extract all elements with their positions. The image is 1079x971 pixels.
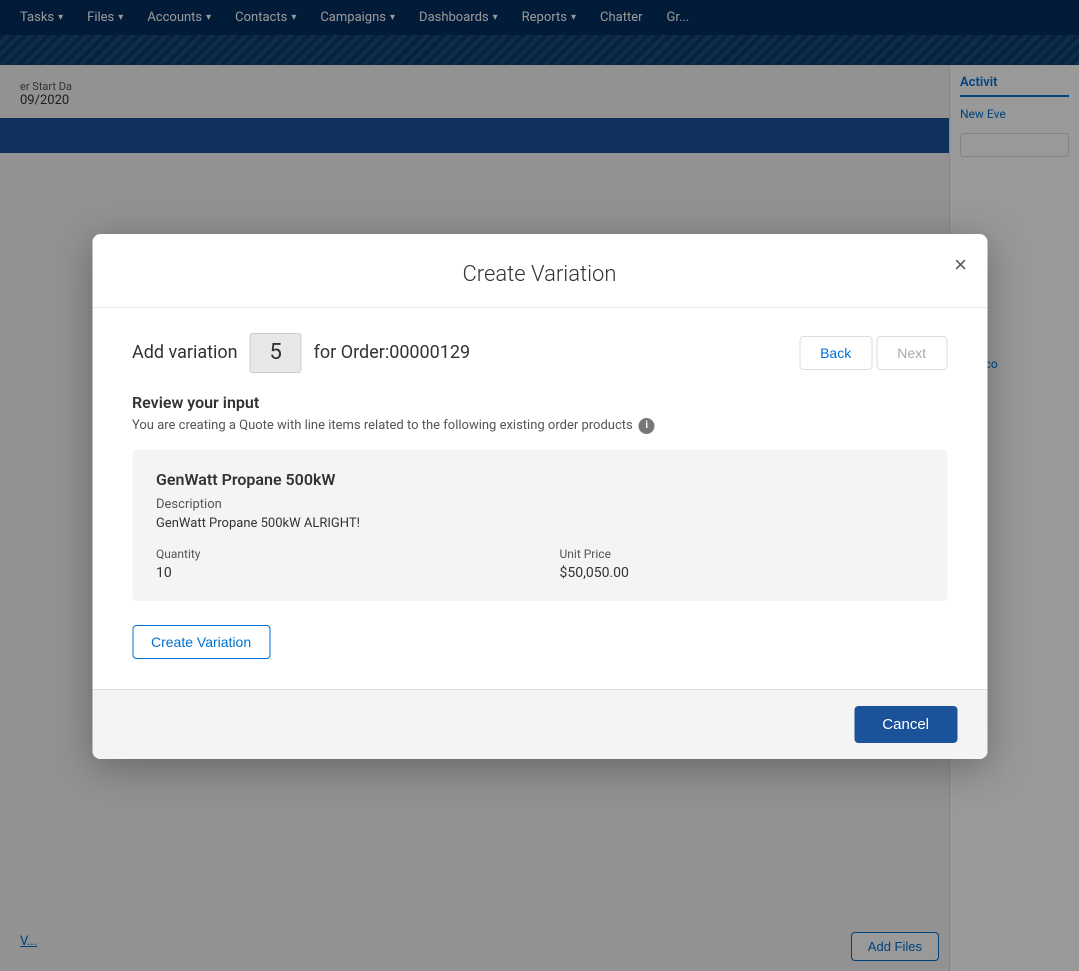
quantity-label: Quantity	[156, 547, 520, 561]
variation-line: Add variation 5 for Order:00000129 Back …	[132, 333, 947, 373]
variation-order: for Order:00000129	[314, 342, 787, 363]
back-button[interactable]: Back	[799, 336, 872, 370]
product-fields: Quantity 10 Unit Price $50,050.00	[156, 547, 923, 581]
modal-body: Add variation 5 for Order:00000129 Back …	[92, 308, 987, 689]
review-title: Review your input	[132, 393, 947, 412]
unit-price-value: $50,050.00	[560, 565, 924, 581]
create-variation-button[interactable]: Create Variation	[132, 625, 270, 659]
product-description-label: Description	[156, 497, 923, 512]
info-icon: i	[639, 418, 655, 434]
quantity-value: 10	[156, 565, 520, 581]
modal-title: Create Variation	[122, 262, 957, 287]
next-button[interactable]: Next	[876, 336, 947, 370]
review-subtitle-text: You are creating a Quote with line items…	[132, 418, 633, 433]
modal-close-button[interactable]: ×	[954, 254, 967, 276]
unit-price-field: Unit Price $50,050.00	[560, 547, 924, 581]
nav-buttons: Back Next	[799, 336, 947, 370]
product-card: GenWatt Propane 500kW Description GenWat…	[132, 450, 947, 601]
review-subtitle: You are creating a Quote with line items…	[132, 418, 947, 434]
create-variation-modal: Create Variation × Add variation 5 for O…	[92, 234, 987, 759]
modal-header: Create Variation ×	[92, 234, 987, 308]
product-description-value: GenWatt Propane 500kW ALRIGHT!	[156, 516, 923, 531]
modal-footer: Cancel	[92, 689, 987, 759]
variation-number: 5	[250, 333, 302, 373]
product-name: GenWatt Propane 500kW	[156, 470, 923, 489]
cancel-button[interactable]: Cancel	[854, 706, 957, 743]
quantity-field: Quantity 10	[156, 547, 520, 581]
variation-prefix: Add variation	[132, 342, 238, 363]
unit-price-label: Unit Price	[560, 547, 924, 561]
